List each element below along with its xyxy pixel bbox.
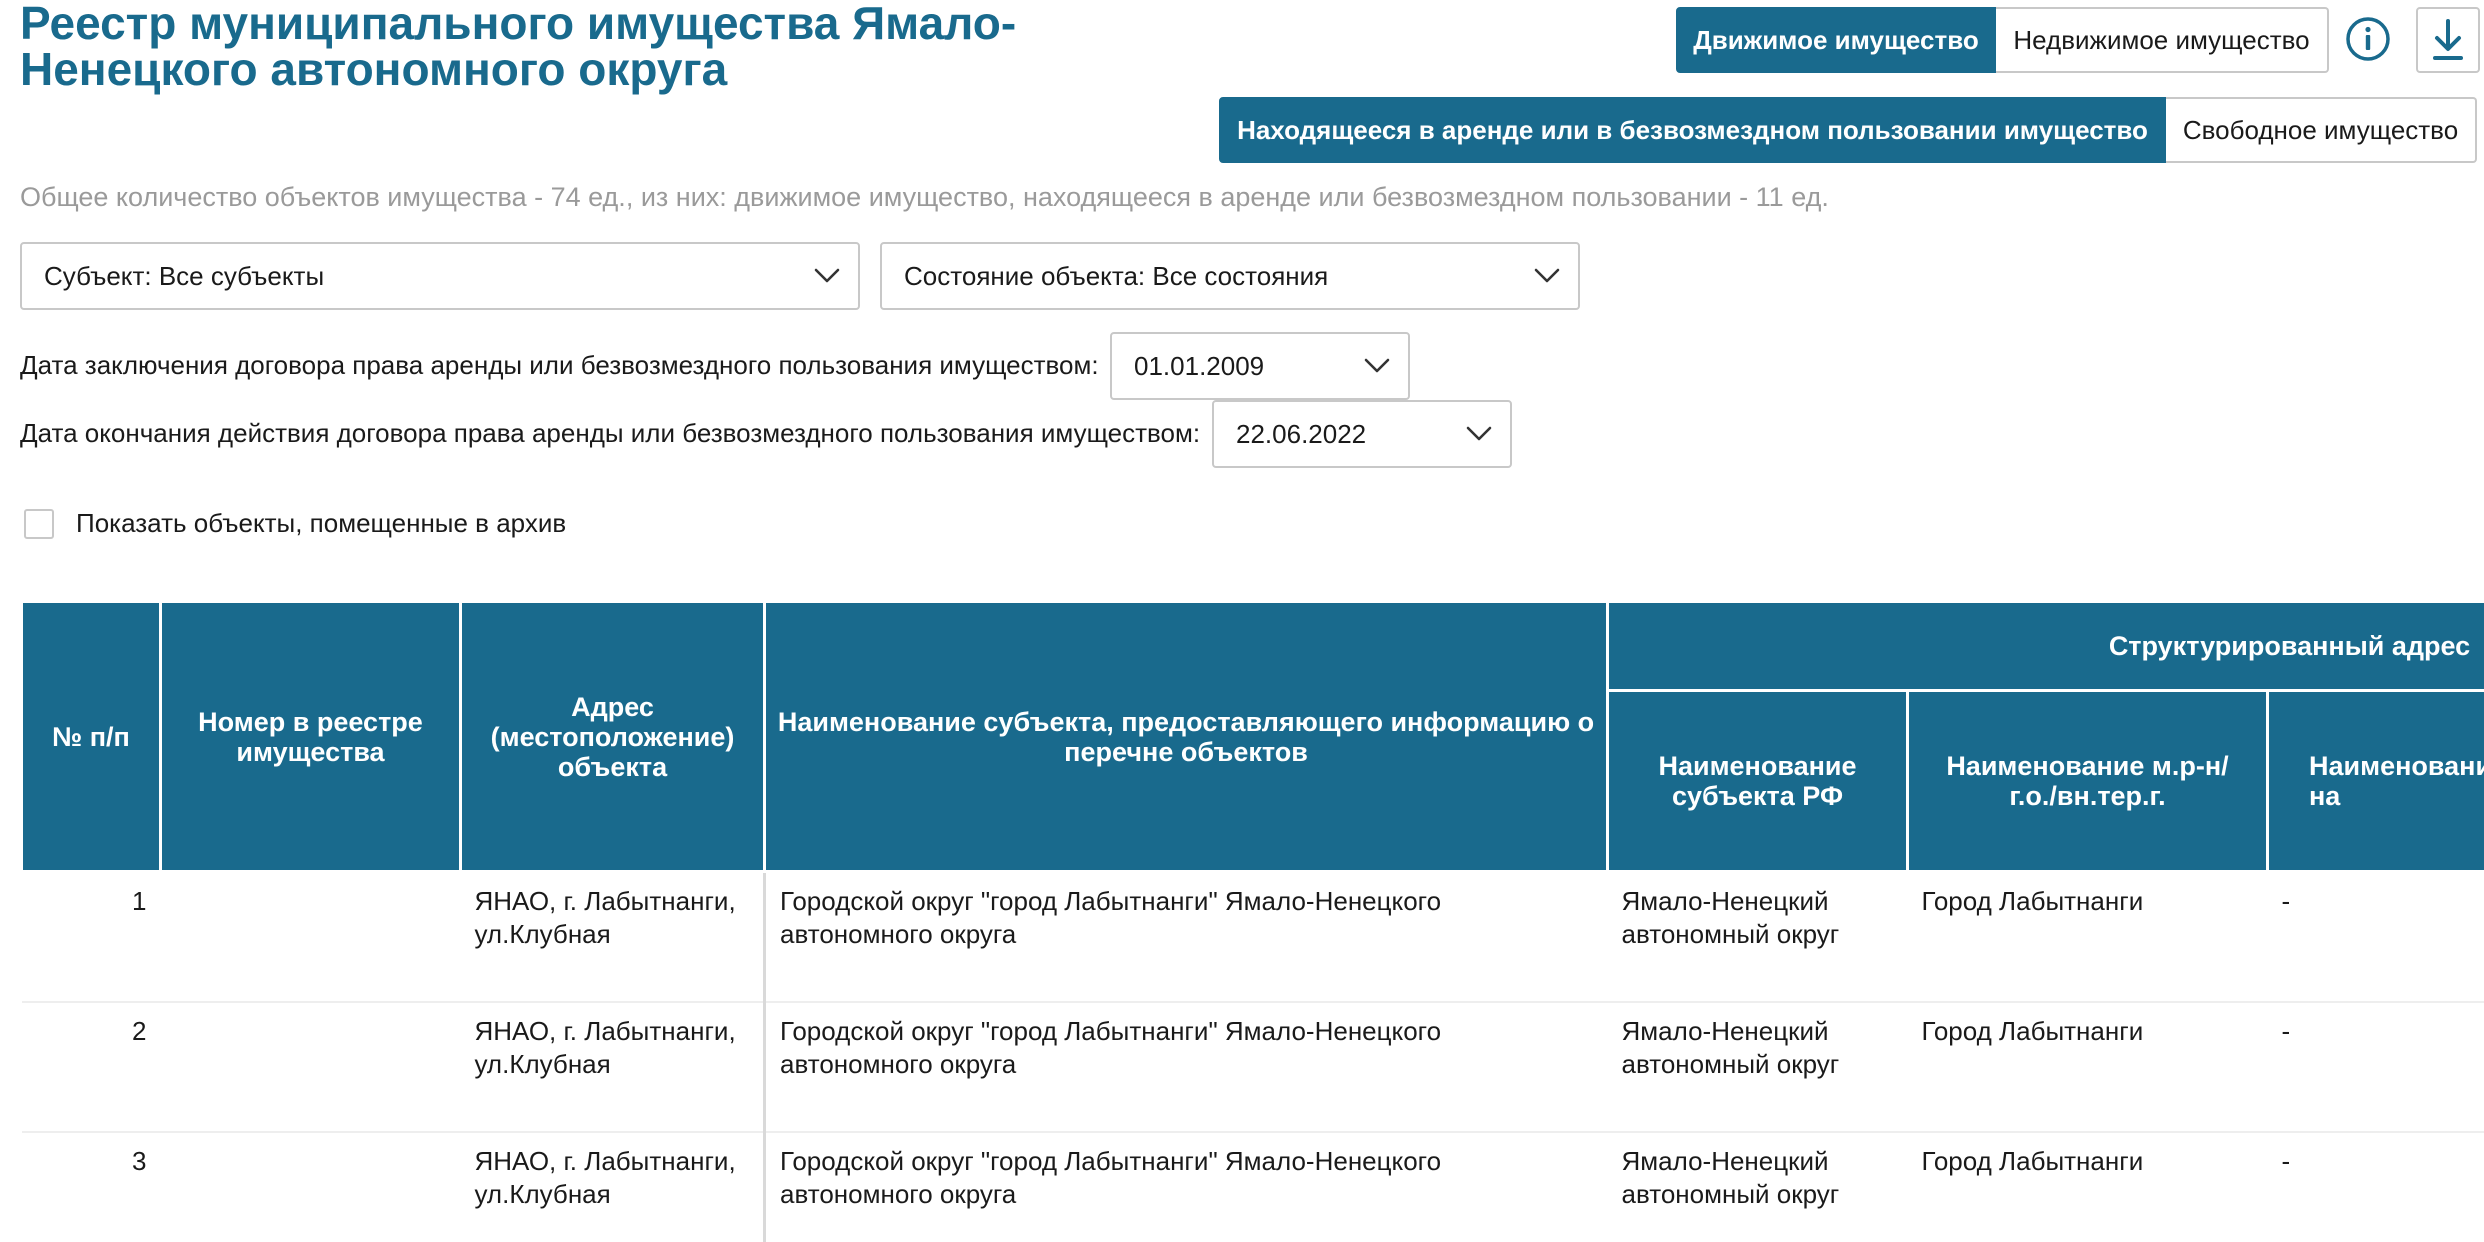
- cell-address: ЯНАО, г. Лабытнанги, ул.Клубная: [460, 1002, 766, 1133]
- registry-table: № п/п Номер в реестре имущества Адрес (м…: [20, 600, 2484, 1242]
- cell-rf-subject: Ямало-Ненецкий автономный округ: [1607, 1132, 1908, 1242]
- col-header-municipal-district: Наименование м.р-н/ г.о./вн.тер.г.: [1906, 689, 2269, 873]
- info-circle-icon: [2346, 17, 2390, 61]
- cell-registry-number: [160, 1002, 461, 1133]
- page-title: Реестр муниципального имущества Ямало-Не…: [20, 0, 1017, 95]
- leased-property-button[interactable]: Находящееся в аренде или в безвозмездном…: [1219, 97, 2166, 163]
- cell-municipal-district: Город Лабытнанги: [1907, 1002, 2268, 1133]
- free-property-button[interactable]: Свободное имущество: [2166, 97, 2477, 163]
- cell-settlement: -: [2267, 871, 2484, 1003]
- contract-start-date-select[interactable]: 01.01.2009: [1110, 332, 1410, 400]
- status-toggle: Находящееся в аренде или в безвозмездном…: [1219, 97, 2477, 163]
- summary-text: Общее количество объектов имущества - 74…: [20, 182, 1829, 212]
- contract-start-date-value: 01.01.2009: [1134, 350, 1265, 381]
- chevron-down-icon: [1364, 358, 1390, 373]
- download-icon: [2433, 19, 2463, 60]
- col-header-settlement: Наименование г.п./с.п./вн.р-на: [2265, 689, 2484, 873]
- movable-property-button[interactable]: Движимое имущество: [1676, 7, 1996, 73]
- cell-address: ЯНАО, г. Лабытнанги, ул.Клубная: [460, 1132, 766, 1242]
- contract-end-date-value: 22.06.2022: [1236, 418, 1367, 449]
- col-header-structured-address: Структурированный адрес: [1605, 600, 2484, 692]
- contract-end-label: Дата окончания действия договора права а…: [20, 418, 1201, 448]
- archive-checkbox-label: Показать объекты, помещенные в архив: [76, 508, 567, 538]
- state-filter-value: Состояние объекта: Все состояния: [904, 260, 1329, 291]
- subject-filter-value: Субъект: Все субъекты: [44, 260, 325, 291]
- contract-start-label: Дата заключения договора права аренды ил…: [20, 350, 1099, 380]
- info-button[interactable]: [2343, 14, 2393, 64]
- cell-rf-subject: Ямало-Ненецкий автономный округ: [1607, 1002, 1908, 1133]
- download-button[interactable]: [2416, 7, 2480, 73]
- col-header-subject-name: Наименование субъекта, предоставляющего …: [763, 600, 1609, 873]
- col-header-rf-subject: Наименование субъекта РФ: [1606, 689, 1909, 873]
- archive-checkbox-row[interactable]: Показать объекты, помещенные в архив: [24, 508, 566, 539]
- col-header-num: № п/п: [20, 600, 162, 873]
- chevron-down-icon: [814, 268, 840, 283]
- cell-num: 1: [21, 871, 161, 1003]
- table-row[interactable]: 1 ЯНАО, г. Лабытнанги, ул.Клубная Городс…: [21, 871, 2484, 1003]
- cell-settlement: -: [2267, 1002, 2484, 1133]
- cell-settlement: -: [2267, 1132, 2484, 1242]
- cell-subject-name: Городской округ "город Лабытнанги" Ямало…: [764, 871, 1608, 1003]
- subject-filter-select[interactable]: Субъект: Все субъекты: [20, 242, 860, 310]
- immovable-property-button[interactable]: Недвижимое имущество: [1996, 7, 2329, 73]
- cell-address: ЯНАО, г. Лабытнанги, ул.Клубная: [460, 871, 766, 1003]
- table-row[interactable]: 2 ЯНАО, г. Лабытнанги, ул.Клубная Городс…: [21, 1002, 2484, 1133]
- cell-num: 2: [21, 1002, 161, 1133]
- archive-checkbox[interactable]: [24, 508, 54, 539]
- property-type-toggle: Движимое имущество Недвижимое имущество: [1676, 7, 2329, 73]
- table-row[interactable]: 3 ЯНАО, г. Лабытнанги, ул.Клубная Городс…: [21, 1132, 2484, 1242]
- chevron-down-icon: [1466, 426, 1492, 441]
- cell-registry-number: [160, 1132, 461, 1242]
- cell-subject-name: Городской округ "город Лабытнанги" Ямало…: [764, 1132, 1608, 1242]
- chevron-down-icon: [1534, 268, 1560, 283]
- cell-municipal-district: Город Лабытнанги: [1907, 1132, 2268, 1242]
- contract-end-date-select[interactable]: 22.06.2022: [1212, 400, 1512, 468]
- cell-registry-number: [160, 871, 461, 1003]
- col-header-registry-number: Номер в реестре имущества: [159, 600, 462, 873]
- registry-table-container: № п/п Номер в реестре имущества Адрес (м…: [20, 600, 2484, 1242]
- cell-rf-subject: Ямало-Ненецкий автономный округ: [1607, 871, 1908, 1003]
- cell-subject-name: Городской округ "город Лабытнанги" Ямало…: [764, 1002, 1608, 1133]
- cell-municipal-district: Город Лабытнанги: [1907, 871, 2268, 1003]
- col-header-address: Адрес (местоположение) объекта: [459, 600, 766, 873]
- state-filter-select[interactable]: Состояние объекта: Все состояния: [880, 242, 1580, 310]
- cell-num: 3: [21, 1132, 161, 1242]
